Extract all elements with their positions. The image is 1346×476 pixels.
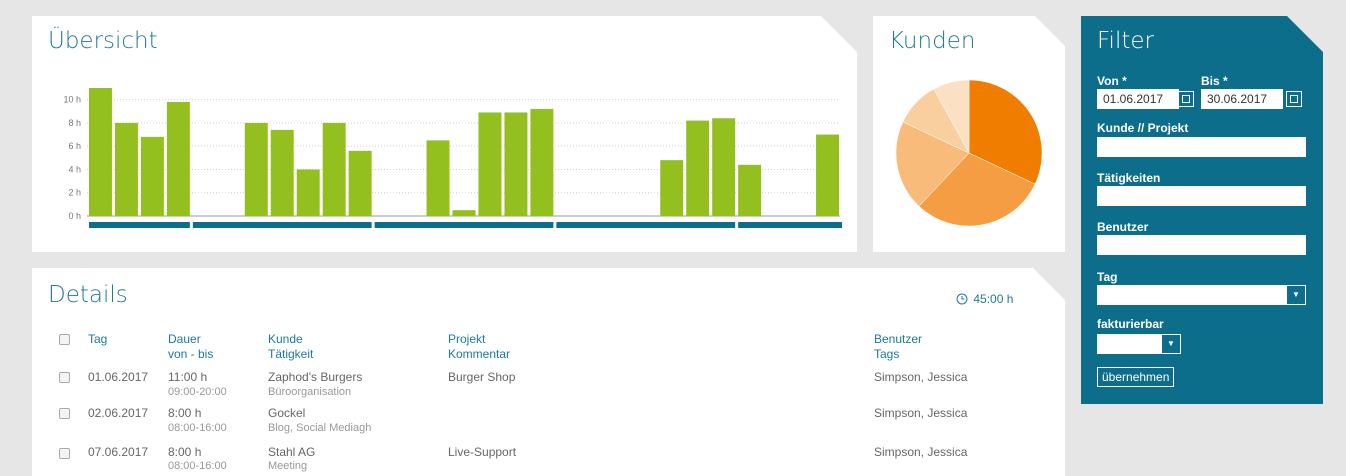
y-tick-label: 2 h (68, 188, 81, 198)
row-user: Simpson, Jessica (874, 406, 968, 420)
von-label: Von * (1097, 74, 1127, 88)
row-date: 02.06.2017 (88, 406, 149, 420)
bar[interactable] (452, 210, 476, 216)
row-checkbox[interactable] (59, 448, 70, 459)
kunde-projekt-input[interactable] (1097, 137, 1306, 157)
bar[interactable] (504, 112, 528, 216)
bar[interactable] (140, 136, 164, 216)
total-duration: 45:00 h (956, 292, 1013, 306)
column-header-von-bis[interactable]: von - bis (168, 347, 213, 362)
corner-fold (1033, 268, 1065, 300)
y-tick-label: 8 h (68, 118, 81, 128)
select-all-checkbox[interactable] (59, 334, 70, 345)
row-activity: Büroorganisation (268, 386, 352, 398)
y-tick-label: 0 h (68, 211, 81, 221)
fakturierbar-label: fakturierbar (1097, 317, 1164, 331)
overview-bar-chart: 10 h 8 h 6 h 4 h 2 h 0 h (63, 88, 842, 228)
row-time-range: 09:00-20:00 (168, 386, 227, 398)
bar[interactable] (478, 112, 502, 216)
week-bar[interactable] (556, 222, 736, 228)
column-header-tags[interactable]: Tags (874, 347, 899, 362)
column-header-dauer[interactable]: Dauer (168, 332, 201, 347)
calendar-icon[interactable] (1286, 91, 1302, 107)
column-header-kunde[interactable]: Kunde (268, 332, 303, 347)
bar[interactable] (530, 108, 554, 216)
row-duration: 11:00 h (168, 370, 208, 384)
bar[interactable] (270, 129, 294, 216)
bar[interactable] (712, 118, 736, 216)
row-time-range: 08:00-16:00 (168, 460, 227, 472)
column-header-benutzer[interactable]: Benutzer (874, 332, 922, 347)
filter-panel: Filter Von * 01.06.2017 Bis * 30.06.2017… (1081, 16, 1323, 404)
fakturierbar-select[interactable]: ▼ (1097, 334, 1181, 354)
calendar-icon[interactable] (1178, 91, 1194, 107)
column-header-tag[interactable]: Tag (88, 332, 107, 347)
row-customer: Zaphod's Burgers (268, 370, 363, 384)
bar[interactable] (686, 120, 710, 216)
row-activity: Blog, Social Mediagh (268, 422, 372, 434)
corner-fold (1287, 16, 1323, 52)
row-checkbox[interactable] (59, 408, 70, 419)
bar[interactable] (89, 88, 112, 216)
filter-title: Filter (1097, 28, 1154, 54)
overview-panel: Übersicht 10 h8 h6 h4 h2 h0 h (32, 16, 857, 252)
bar[interactable] (166, 101, 190, 216)
row-activity: Meeting (268, 460, 308, 472)
apply-filter-button[interactable]: übernehmen (1097, 367, 1175, 387)
bar[interactable] (244, 122, 268, 216)
customers-panel: Kunden (873, 16, 1065, 252)
bis-date-input[interactable]: 30.06.2017 (1201, 89, 1283, 109)
bar[interactable] (322, 122, 346, 216)
kunde-projekt-label: Kunde // Projekt (1097, 121, 1189, 135)
y-tick-label: 4 h (68, 164, 81, 174)
tag-label: Tag (1097, 270, 1118, 284)
tag-select[interactable]: ▼ (1097, 285, 1306, 305)
week-bar[interactable] (89, 222, 190, 228)
week-bar[interactable] (192, 222, 372, 228)
row-duration: 8:00 h (168, 406, 202, 420)
bar[interactable] (114, 122, 138, 216)
row-user: Simpson, Jessica (874, 370, 968, 384)
customers-pie-chart (895, 79, 1043, 227)
total-duration-value: 45:00 h (973, 292, 1014, 306)
taetigkeiten-label: Tätigkeiten (1097, 171, 1161, 185)
row-project: Live-Support (448, 445, 517, 459)
row-user: Simpson, Jessica (874, 445, 968, 459)
row-date: 01.06.2017 (88, 370, 149, 384)
bar[interactable] (296, 169, 320, 216)
chevron-down-icon[interactable]: ▼ (1287, 286, 1305, 304)
row-time-range: 08:00-16:00 (168, 422, 227, 434)
bar[interactable] (348, 150, 372, 216)
benutzer-input[interactable] (1097, 235, 1306, 255)
row-customer: Stahl AG (268, 445, 316, 459)
clock-icon (956, 293, 968, 305)
taetigkeiten-input[interactable] (1097, 186, 1306, 206)
week-bar[interactable] (374, 222, 554, 228)
week-bar[interactable] (738, 222, 842, 228)
y-tick-label: 6 h (68, 141, 81, 151)
bis-label: Bis * (1201, 74, 1228, 88)
row-duration: 8:00 h (168, 445, 202, 459)
bar[interactable] (816, 134, 839, 216)
row-customer: Gockel (268, 406, 306, 420)
column-header-projekt[interactable]: Projekt (448, 332, 485, 347)
chevron-down-icon[interactable]: ▼ (1162, 335, 1180, 353)
y-tick-label: 10 h (63, 95, 81, 105)
benutzer-label: Benutzer (1097, 220, 1149, 234)
bar[interactable] (426, 140, 450, 216)
bar[interactable] (660, 160, 684, 216)
row-project: Burger Shop (448, 370, 516, 384)
row-checkbox[interactable] (59, 372, 70, 383)
column-header-kommentar[interactable]: Kommentar (448, 347, 510, 362)
column-header-taetigkeit[interactable]: Tätigkeit (268, 347, 313, 362)
details-panel: Details 45:00 h Tag Dauer von - bis Kund… (32, 268, 1065, 476)
von-date-input[interactable]: 01.06.2017 (1097, 89, 1179, 109)
details-title: Details (48, 282, 128, 308)
bar[interactable] (738, 164, 762, 216)
row-date: 07.06.2017 (88, 445, 149, 459)
